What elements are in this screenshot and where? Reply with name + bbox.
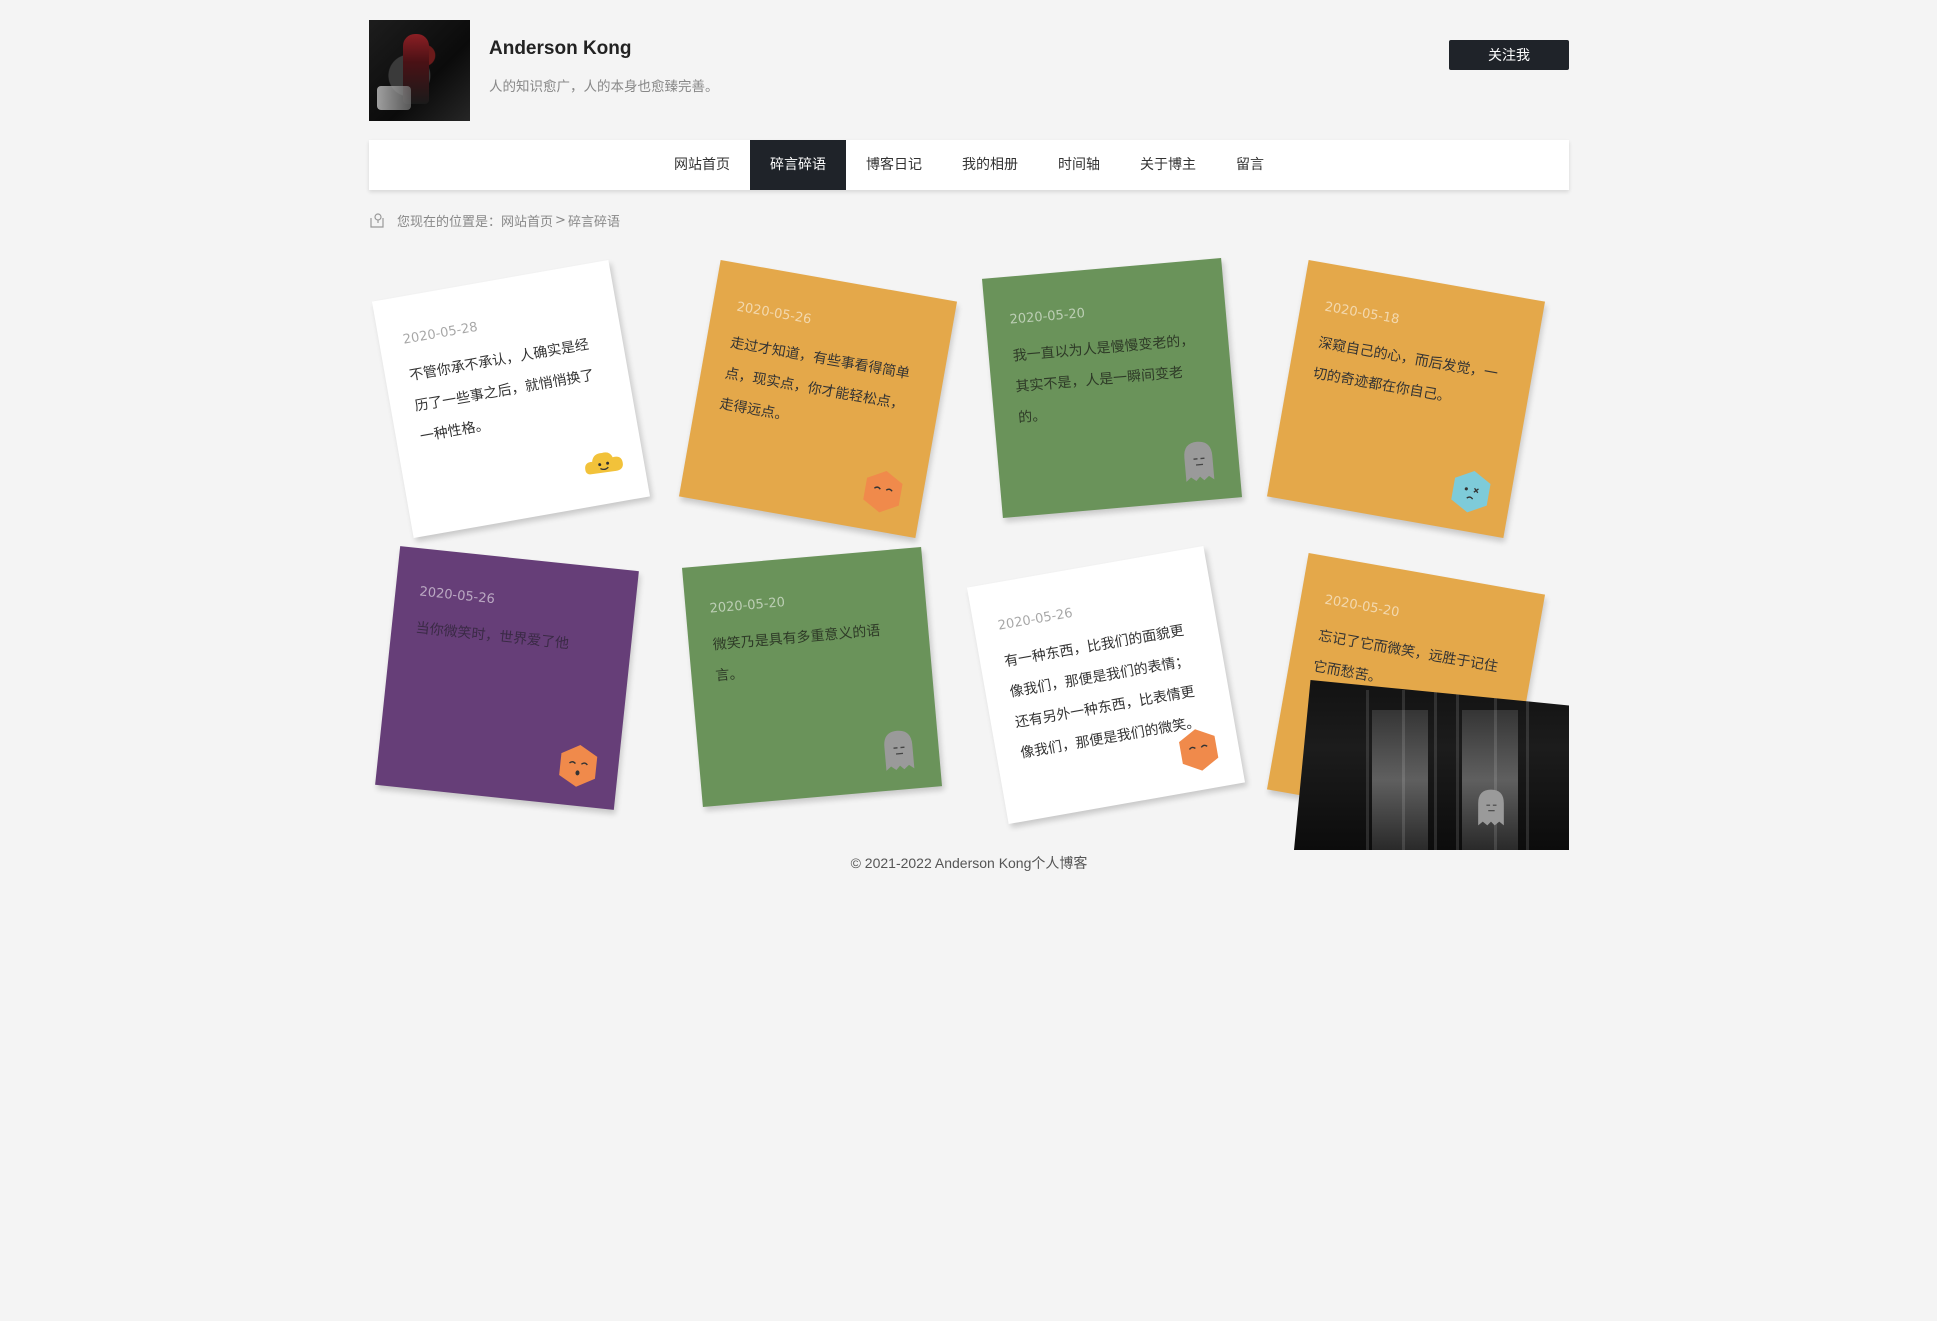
note-date: 2020-05-20 [1009,306,1086,328]
avatar[interactable] [369,20,470,121]
note-date: 2020-05-20 [709,595,786,617]
site-header: Anderson Kong 人的知识愈广，人的本身也愈臻完善。 关注我 [369,0,1569,140]
breadcrumb-prefix: 您现在的位置是： [397,214,502,230]
note-card[interactable]: 2020-05-28 不管你承不承认，人确实是经历了一些事之后，就悄悄换了一种性… [371,259,651,539]
footer-copyright: © 2021-2022 Anderson Kong个人博客 [850,855,1088,871]
nav-item-album[interactable]: 我的相册 [942,140,1038,190]
note-card[interactable]: 2020-05-26 有一种东西，比我们的面貌更像我们，那便是我们的表情；还有另… [966,545,1246,825]
breadcrumb-home-link[interactable]: 网站首页 [501,211,553,230]
window-photo[interactable] [1294,680,1569,850]
blogger-name[interactable]: Anderson Kong [489,38,632,60]
breadcrumb-separator: > [555,212,566,228]
hexagon-sleepy-icon [1179,729,1219,771]
nav-item-timeline[interactable]: 时间轴 [1038,140,1120,190]
note-card[interactable]: 2020-05-20 我一直以为人是慢慢变老的，其实不是，人是一瞬间变老的。 [981,257,1243,519]
note-date: 2020-05-26 [418,584,496,608]
hexagon-cry-icon [1451,470,1491,513]
note-text: 微笑乃是具有多重意义的语言。 [712,622,881,685]
hexagon-sleepy-icon [863,470,903,513]
note-text: 不管你承不承认，人确实是经历了一些事之后，就悄悄换了一种性格。 [408,336,596,446]
nav-item-guestbook[interactable]: 留言 [1216,140,1284,190]
main-nav: 网站首页 碎言碎语 博客日记 我的相册 时间轴 关于博主 留言 [369,140,1569,190]
nav-item-about[interactable]: 关于博主 [1120,140,1216,190]
notes-board: 2020-05-28 不管你承不承认，人确实是经历了一些事之后，就悄悄换了一种性… [369,250,1569,850]
blogger-motto: 人的知识愈广，人的本身也愈臻完善。 [489,79,719,95]
breadcrumb-current: 碎言碎语 [567,214,620,230]
page-container: Anderson Kong 人的知识愈广，人的本身也愈臻完善。 关注我 网站首页… [369,0,1569,871]
ghost-icon [884,730,915,771]
nav-item-diary[interactable]: 博客日记 [846,140,942,190]
nav-item-home[interactable]: 网站首页 [654,140,750,190]
note-card[interactable]: 2020-05-26 走过才知道，有些事看得简单点，现实点，你才能轻松点，走得远… [678,259,958,539]
note-card[interactable]: 2020-05-26 当你微笑时，世界爱了他 [375,546,639,810]
breadcrumb: 您现在的位置是： 网站首页 > 碎言碎语 [369,209,620,231]
note-card[interactable]: 2020-05-18 深窥自己的心，而后发觉，一切的奇迹都在你自己。 [1266,259,1546,539]
cloud-smile-icon [585,452,623,475]
note-text: 走过才知道，有些事看得简单点，现实点，你才能轻松点，走得远点。 [718,335,912,425]
location-pin-icon [370,213,384,228]
ghost-icon [1478,789,1504,826]
ghost-icon [1184,441,1215,482]
note-card[interactable]: 2020-05-20 微笑乃是具有多重意义的语言。 [681,546,943,808]
follow-button[interactable]: 关注我 [1449,40,1569,70]
nav-item-murmurs[interactable]: 碎言碎语 [750,140,846,190]
hexagon-sleepy-icon [559,745,598,787]
note-text: 我一直以为人是慢慢变老的，其实不是，人是一瞬间变老的。 [1012,332,1195,427]
note-text: 当你微笑时，世界爱了他 [414,620,570,653]
